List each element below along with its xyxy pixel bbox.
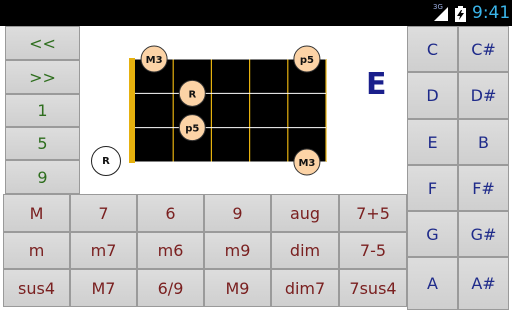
chord-type-button[interactable]: 7-5 bbox=[339, 232, 407, 269]
root-note-button[interactable]: B bbox=[458, 119, 509, 165]
fretboard-panel: M3 p5 Rp5 M3 E R bbox=[80, 26, 407, 194]
chord-type-button[interactable]: sus4 bbox=[3, 269, 70, 307]
root-note-button[interactable]: F bbox=[407, 165, 458, 211]
root-note-button[interactable]: A bbox=[407, 257, 458, 310]
root-note-button[interactable]: D# bbox=[458, 72, 509, 119]
chord-type-button[interactable]: m9 bbox=[204, 232, 271, 269]
chord-type-button[interactable]: M9 bbox=[204, 269, 271, 307]
finger-marker-label: p5 bbox=[300, 55, 314, 66]
finger-marker-label: R bbox=[188, 89, 196, 100]
signal-icon bbox=[434, 7, 448, 21]
chord-type-button[interactable]: dim bbox=[271, 232, 339, 269]
status-bar: 3G 9:41 bbox=[0, 0, 512, 26]
chord-type-button[interactable]: m7 bbox=[70, 232, 137, 269]
battery-charging-icon bbox=[455, 6, 466, 22]
chord-type-button[interactable]: 7sus4 bbox=[339, 269, 407, 307]
nav-button[interactable]: 9 bbox=[5, 160, 80, 194]
root-note-button[interactable]: E bbox=[407, 119, 458, 165]
root-note-button[interactable]: G# bbox=[458, 211, 509, 257]
finger-marker-label: p5 bbox=[185, 124, 199, 135]
chord-type-button[interactable]: m6 bbox=[137, 232, 204, 269]
chord-type-button[interactable]: M bbox=[3, 194, 70, 232]
chord-type-button[interactable]: m bbox=[3, 232, 70, 269]
chord-type-button[interactable]: aug bbox=[271, 194, 339, 232]
root-note-button[interactable]: F# bbox=[458, 165, 509, 211]
fretboard-background bbox=[135, 59, 326, 162]
root-note-button[interactable]: A# bbox=[458, 257, 509, 310]
nav-button[interactable]: >> bbox=[5, 60, 80, 94]
nav-button[interactable]: 5 bbox=[5, 127, 80, 160]
clock: 9:41 bbox=[472, 3, 511, 23]
fretboard-diagram: M3 p5 Rp5 M3 bbox=[129, 45, 327, 176]
root-note-button[interactable]: C bbox=[407, 26, 458, 72]
chord-type-button[interactable]: 6/9 bbox=[137, 269, 204, 307]
root-note-button[interactable]: D bbox=[407, 72, 458, 119]
finger-marker-label: M3 bbox=[146, 55, 163, 66]
root-note-button[interactable]: G bbox=[407, 211, 458, 257]
chord-type-button[interactable]: 9 bbox=[204, 194, 271, 232]
key-letter: E bbox=[366, 67, 387, 102]
fretboard-nut bbox=[129, 58, 135, 163]
finger-marker-label: M3 bbox=[298, 158, 315, 169]
chord-type-button[interactable]: dim7 bbox=[271, 269, 339, 307]
chord-type-button[interactable]: 7 bbox=[70, 194, 137, 232]
nav-button[interactable]: << bbox=[5, 26, 80, 60]
chord-type-button[interactable]: 6 bbox=[137, 194, 204, 232]
chord-type-button[interactable]: 7+5 bbox=[339, 194, 407, 232]
chord-app: << >> 1 5 9 M3 p5 Rp5 M3 E R M 7 6 9 aug 7+5 m m7 m6 m9 d… bbox=[0, 26, 512, 310]
chord-type-button[interactable]: M7 bbox=[70, 269, 137, 307]
root-note-button[interactable]: C# bbox=[458, 26, 509, 72]
open-string-root-marker[interactable]: R bbox=[91, 146, 121, 176]
nav-button[interactable]: 1 bbox=[5, 94, 80, 127]
